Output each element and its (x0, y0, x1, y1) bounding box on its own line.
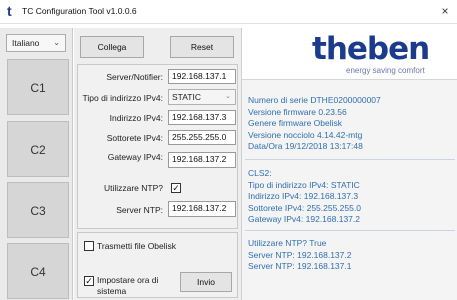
app-logo-icon: t (7, 3, 12, 19)
close-icon[interactable]: × (437, 3, 453, 19)
info-line: Versione nocciolo 4.14.42-mtg (248, 129, 363, 140)
ip-type-label: Tipo di indirizzo IPv4: (82, 93, 163, 103)
info-panel: theben energy saving comfort Numero di s… (241, 28, 457, 300)
gateway-field[interactable]: 192.168.137.2 (168, 152, 236, 168)
info-line: CLS2: (248, 168, 272, 178)
actions-group: Trasmetti file Obelisk ✓ Impostare ora d… (77, 232, 238, 298)
info-line: Genere firmware Obelisk (248, 118, 343, 128)
info-line: Versione firmware 0.23.56 (248, 106, 347, 117)
cls-info: CLS2: Tipo di indirizzo IPv4: STATIC Ind… (248, 168, 361, 226)
config-panel: Collega Reset Server/Notifier: 192.168.1… (74, 28, 241, 300)
brand-name: theben (312, 31, 430, 67)
gateway-label: Gateway IPv4: (107, 152, 163, 162)
subnet-field[interactable]: 255.255.255.0 (168, 130, 236, 145)
connect-button[interactable]: Collega (80, 36, 144, 58)
transmit-checkbox[interactable] (84, 241, 94, 251)
info-line: Numero di serie DTHE0200000007 (248, 95, 381, 105)
reset-button[interactable]: Reset (170, 36, 234, 58)
server-field[interactable]: 192.168.137.1 (168, 69, 236, 84)
network-settings-group: Server/Notifier: 192.168.137.1 Tipo di i… (77, 64, 238, 229)
title-bar: t TC Configuration Tool v1.0.0.6 × (0, 0, 457, 24)
info-line: Server NTP: 192.168.137.2 (248, 249, 352, 260)
info-line: Indirizzo IPv4: 192.168.137.3 (248, 191, 359, 201)
ntp-server-field[interactable]: 192.168.137.2 (168, 201, 236, 217)
sidebar-item-c4[interactable]: C4 (7, 243, 69, 299)
use-ntp-label: Utilizzare NTP? (103, 183, 163, 193)
set-time-checkbox[interactable]: ✓ (84, 276, 94, 286)
sidebar: Italiano ⌄ C1 C2 C3 C4 (0, 28, 73, 300)
sidebar-item-c2[interactable]: C2 (7, 121, 69, 177)
transmit-label: Trasmetti file Obelisk (97, 241, 177, 251)
info-line: Tipo di indirizzo IPv4: STATIC (248, 179, 360, 190)
chevron-down-icon: ⌄ (225, 93, 231, 100)
device-info: Numero di serie DTHE0200000007 Versione … (248, 95, 381, 153)
info-line: Gateway IPv4: 192.168.137.2 (248, 214, 360, 224)
subnet-label: Sottorete IPv4: (106, 133, 163, 143)
sidebar-item-c1[interactable]: C1 (7, 59, 69, 115)
brand-tagline: energy saving comfort (346, 66, 425, 75)
info-line: Data/Ora 19/12/2018 13:17:48 (248, 141, 363, 151)
server-label: Server/Notifier: (106, 72, 163, 82)
window-title: TC Configuration Tool v1.0.0.6 (22, 6, 137, 16)
divider (245, 159, 455, 160)
set-time-label-line2: sistema (97, 286, 127, 296)
set-time-label: Impostare ora di (97, 275, 159, 285)
language-select[interactable]: Italiano ⌄ (6, 34, 66, 52)
chevron-down-icon: ⌄ (53, 38, 60, 47)
use-ntp-checkbox[interactable]: ✓ (171, 183, 181, 193)
info-line: Utilizzare NTP? True (248, 238, 327, 248)
info-line: Sottorete IPv4: 255.255.255.0 (248, 202, 361, 213)
ntp-info: Utilizzare NTP? True Server NTP: 192.168… (248, 238, 351, 273)
address-label: Indirizzo IPv4: (109, 113, 163, 123)
divider (245, 230, 455, 231)
sidebar-item-c3[interactable]: C3 (7, 182, 69, 238)
info-line: Server NTP: 192.168.137.1 (248, 261, 352, 271)
address-field[interactable]: 192.168.137.3 (168, 110, 236, 125)
ip-type-value: STATIC (172, 92, 201, 102)
brand-logo: theben energy saving comfort (242, 28, 457, 80)
send-button[interactable]: Invio (180, 272, 232, 292)
ip-type-select[interactable]: STATIC ⌄ (168, 89, 236, 105)
language-value: Italiano (12, 38, 40, 48)
ntp-server-label: Server NTP: (116, 205, 163, 215)
